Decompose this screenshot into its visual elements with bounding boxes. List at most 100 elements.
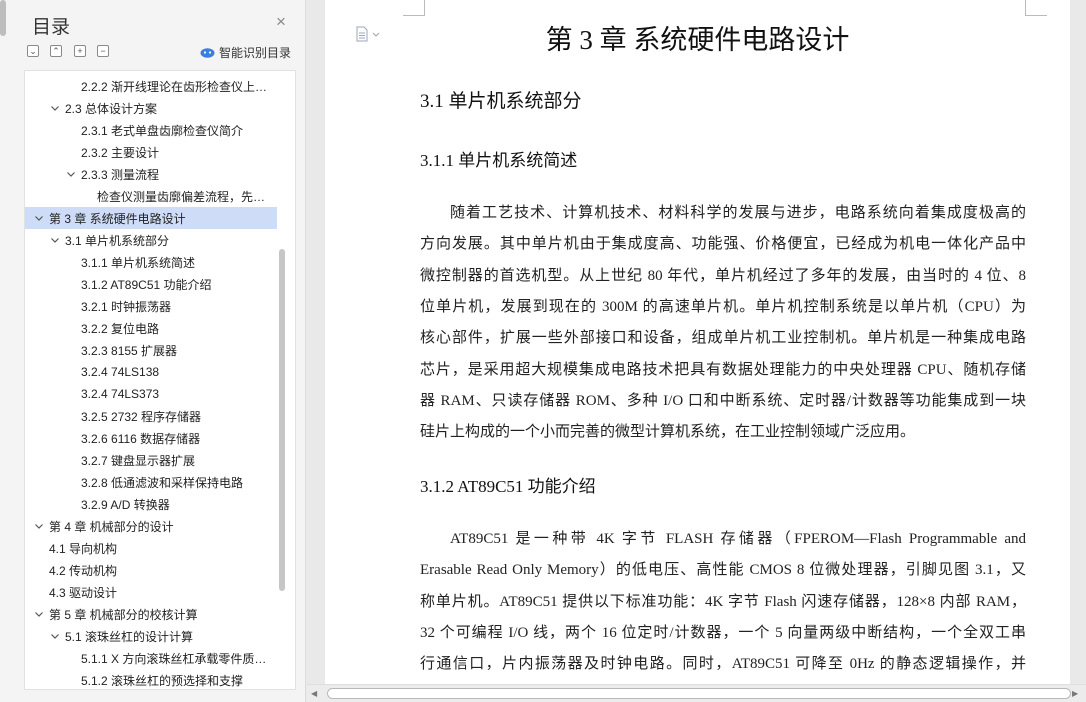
- toc-item-label: 2.3.2 主要设计: [81, 145, 160, 160]
- paragraph-line: Erasable Read Only Memory）的低电压、高性能 CMOS …: [420, 562, 1026, 579]
- smart-toc-button[interactable]: 智能识别目录: [200, 43, 291, 61]
- section-heading-3-1: 3.1 单片机系统部分: [420, 91, 582, 112]
- close-icon[interactable]: ×: [273, 13, 289, 30]
- toc-item[interactable]: 3.1.2 AT89C51 功能介绍: [25, 273, 277, 295]
- chevron-down-icon[interactable]: [49, 630, 61, 642]
- toc-item-label: 3.2.9 A/D 转换器: [81, 497, 170, 512]
- paragraph-line: 32 个可编程 I/O 线，两个 16 位定时/计数器，一个 5 向量两级中断结…: [420, 624, 1026, 641]
- paragraph-line: 行通信口，片内振荡器及时钟电路。同时，AT89C51 可降至 0Hz 的静态逻辑…: [420, 656, 1026, 673]
- toc-item[interactable]: 5.1.1 X 方向滚珠丝杠承载零件质量计算: [25, 647, 277, 669]
- smart-toc-label: 智能识别目录: [219, 45, 292, 60]
- toc-item-label: 第 4 章 机械部分的设计: [49, 519, 174, 534]
- toc-item[interactable]: 4.3 驱动设计: [25, 581, 277, 603]
- toc-item[interactable]: 3.2.6 6116 数据存储器: [25, 427, 277, 449]
- collapse-all-button[interactable]: ⌄: [27, 45, 39, 57]
- toc-item-label: 3.1.1 单片机系统简述: [81, 255, 196, 270]
- toc-item-label: 3.2.5 2732 程序存储器: [81, 409, 202, 424]
- toc-item[interactable]: 3.1.1 单片机系统简述: [25, 251, 277, 273]
- chevron-down-icon[interactable]: [33, 608, 45, 620]
- paragraph-line: 器 RAM、只读存储器 ROM、多种 I/O 口和中断系统、定时器/计数器等功能…: [420, 392, 1026, 409]
- toc-item[interactable]: 第 5 章 机械部分的校核计算: [25, 603, 277, 625]
- toc-item[interactable]: 5.1 滚珠丝杠的设计计算: [25, 625, 277, 647]
- toc-item-label: 3.2.4 74LS373: [81, 387, 160, 401]
- toc-item[interactable]: 3.1 单片机系统部分: [25, 229, 277, 251]
- toc-item[interactable]: 3.2.3 8155 扩展器: [25, 339, 277, 361]
- toc-item-label: 3.2.4 74LS138: [81, 365, 160, 379]
- toc-item[interactable]: 3.2.9 A/D 转换器: [25, 493, 277, 515]
- toc-item-label: 第 3 章 系统硬件电路设计: [49, 211, 186, 226]
- toc-item[interactable]: 2.3.3 测量流程: [25, 163, 277, 185]
- toc-item[interactable]: 3.2.5 2732 程序存储器: [25, 405, 277, 427]
- toc-item[interactable]: 2.3.2 主要设计: [25, 141, 277, 163]
- toc-sidebar: 目录 × ⌄ ⌃ + − 智能识别目录 2.2.2 渐开线理论在齿形检查仪上的应…: [0, 0, 306, 702]
- page-corner-mark-right: [1025, 0, 1047, 16]
- toc-item-label: 2.3.3 测量流程: [81, 167, 160, 182]
- chevron-down-icon[interactable]: [49, 234, 61, 246]
- section-heading-3-1-1: 3.1.1 单片机系统简述: [420, 151, 578, 170]
- toc-item-label: 3.2.3 8155 扩展器: [81, 343, 178, 358]
- toc-item[interactable]: 3.2.7 键盘显示器扩展: [25, 449, 277, 471]
- toc-scrollbar[interactable]: [279, 249, 285, 591]
- toc-item-label: 4.2 传动机构: [49, 563, 118, 578]
- toc-item[interactable]: 3.2.1 时钟振荡器: [25, 295, 277, 317]
- toc-item-label: 5.1 滚珠丝杠的设计计算: [65, 629, 194, 644]
- page-corner-mark-left: [403, 0, 425, 16]
- sidebar-scroll-indicator[interactable]: [0, 0, 6, 36]
- toc-item[interactable]: 4.2 传动机构: [25, 559, 277, 581]
- toc-item-label: 2.2.2 渐开线理论在齿形检查仪上的应用: [81, 79, 277, 94]
- toc-item[interactable]: 第 4 章 机械部分的设计: [25, 515, 277, 537]
- toc-item-label: 3.2.8 低通滤波和采样保持电路: [81, 475, 244, 490]
- toc-item[interactable]: 2.2.2 渐开线理论在齿形检查仪上的应用: [25, 75, 277, 97]
- toc-item[interactable]: 5.1.2 滚珠丝杠的预选择和支撑: [25, 669, 277, 689]
- toc-item-label: 2.3.1 老式单盘齿廓检查仪简介: [81, 123, 244, 138]
- toc-item[interactable]: 3.2.4 74LS138: [25, 361, 277, 383]
- toc-item-label: 3.2.6 6116 数据存储器: [81, 431, 201, 446]
- paragraph-line: 核心部件，扩展一些外部接口和设备，组成单片机工业控制机。单片机是一种集成电路: [420, 330, 1026, 347]
- document-area: 第 3 章 系统硬件电路设计 3.1 单片机系统部分 3.1.1 单片机系统简述…: [307, 0, 1086, 702]
- toc-item-label: 4.3 驱动设计: [49, 585, 118, 600]
- toc-item-label: 3.1 单片机系统部分: [65, 233, 170, 248]
- horizontal-scrollbar[interactable]: ◀ ▶: [307, 684, 1086, 702]
- paragraph-line: 随着工艺技术、计算机技术、材料科学的发展与进步，电路系统向着集成度极高的: [450, 205, 1026, 221]
- toc-item[interactable]: 2.3 总体设计方案: [25, 97, 277, 119]
- toc-item[interactable]: 检查仪测量齿廓偏差流程，先将被测齿轮: [25, 185, 277, 207]
- toc-title: 目录: [32, 17, 71, 38]
- toc-item-label: 3.2.2 复位电路: [81, 321, 160, 336]
- remove-heading-button[interactable]: −: [97, 45, 109, 57]
- paragraph-line: 方向发展。其中单片机由于集成度高、功能强、价格便宜，已经成为机电一体化产品中: [420, 236, 1026, 253]
- toc-item-label: 3.2.1 时钟振荡器: [81, 299, 172, 314]
- paragraph-line: AT89C51 是一种带 4K 字节 FLASH 存储器（FPEROM—Flas…: [450, 531, 1026, 547]
- toc-item-label: 5.1.2 滚珠丝杠的预选择和支撑: [81, 673, 244, 688]
- toc-item-label: 2.3 总体设计方案: [65, 101, 158, 116]
- toc-item[interactable]: 3.2.4 74LS373: [25, 383, 277, 405]
- scroll-right-icon[interactable]: ▶: [1072, 689, 1082, 699]
- paragraph-line: 芯片，是采用超大规模集成电路技术把具有数据处理能力的中央处理器 CPU、随机存储: [420, 361, 1026, 378]
- horizontal-scroll-thumb[interactable]: [327, 688, 1071, 699]
- toc-item[interactable]: 2.3.1 老式单盘齿廓检查仪简介: [25, 119, 277, 141]
- document-page: 第 3 章 系统硬件电路设计 3.1 单片机系统部分 3.1.1 单片机系统简述…: [325, 0, 1070, 684]
- paragraph-line: 微控制器的首选机型。从上世纪 80 年代，单片机经过了多年的发展，由当时的 4 …: [420, 267, 1026, 284]
- toc-list: 2.2.2 渐开线理论在齿形检查仪上的应用 2.3 总体设计方案 2.3.1 老式单…: [24, 70, 296, 690]
- chevron-down-icon[interactable]: [49, 102, 61, 114]
- toc-item-label: 3.2.7 键盘显示器扩展: [81, 453, 196, 468]
- chevron-down-icon[interactable]: [65, 168, 77, 180]
- toc-item[interactable]: 4.1 导向机构: [25, 537, 277, 559]
- chevron-down-icon[interactable]: [33, 520, 45, 532]
- chapter-title: 第 3 章 系统硬件电路设计: [545, 25, 850, 55]
- toc-item[interactable]: 第 3 章 系统硬件电路设计: [25, 207, 277, 229]
- paragraph-line: 称单片机。AT89C51 提供以下标准功能：4K 字节 Flash 闪速存储器，…: [420, 593, 1026, 610]
- expand-up-button[interactable]: ⌃: [50, 45, 62, 57]
- toc-item[interactable]: 3.2.8 低通滤波和采样保持电路: [25, 471, 277, 493]
- toc-item-label: 检查仪测量齿廓偏差流程，先将被测齿轮: [97, 189, 277, 204]
- chevron-down-icon[interactable]: [33, 212, 45, 224]
- toc-item-label: 3.1.2 AT89C51 功能介绍: [81, 277, 212, 292]
- paragraph-line: 位单片机，发展到现在的 300M 的高速单片机。单片机控制系统是以单片机（CPU…: [420, 298, 1026, 315]
- section-heading-3-1-2: 3.1.2 AT89C51 功能介绍: [420, 477, 596, 496]
- toc-item-label: 4.1 导向机构: [49, 541, 118, 556]
- scroll-left-icon[interactable]: ◀: [311, 689, 321, 699]
- toc-item[interactable]: 3.2.2 复位电路: [25, 317, 277, 339]
- add-heading-button[interactable]: +: [74, 45, 86, 57]
- paragraph-line: 硅片上构成的一个小而完善的微型计算机系统，在工业控制领域广泛应用。: [420, 424, 916, 441]
- cloud-icon: [200, 48, 215, 58]
- toc-item-label: 第 5 章 机械部分的校核计算: [49, 607, 198, 622]
